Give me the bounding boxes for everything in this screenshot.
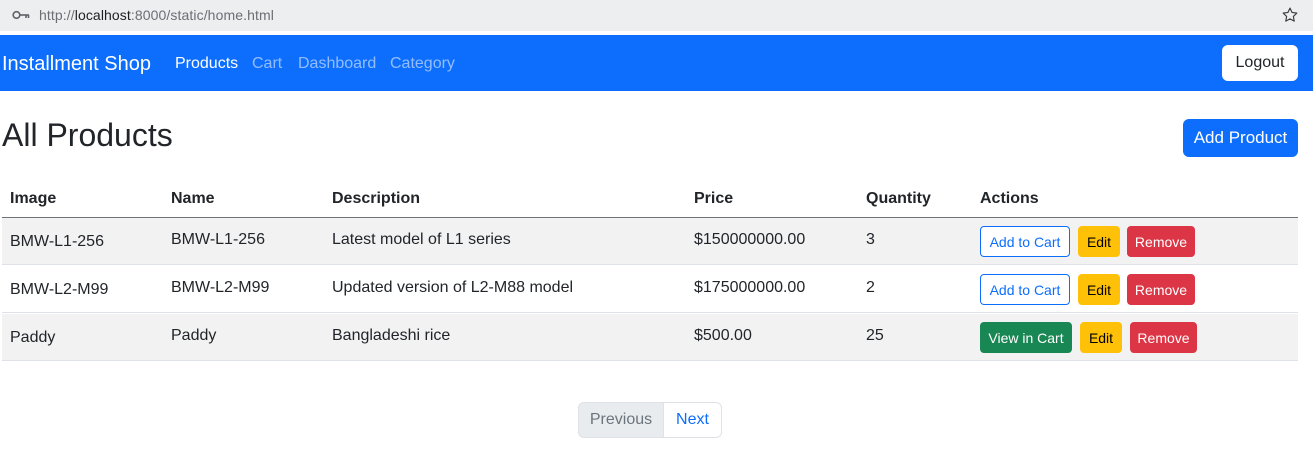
product-name-cell: BMW-L1-256 xyxy=(171,231,265,248)
nav-link-category[interactable]: Category xyxy=(390,55,455,73)
url-path: :8000/static/home.html xyxy=(130,7,274,23)
product-description-cell: Updated version of L2-M88 model xyxy=(332,279,574,296)
navbar-brand[interactable]: Installment Shop xyxy=(2,53,151,76)
product-image-cell: BMW-L2-M99 xyxy=(10,281,109,298)
product-name-cell: BMW-L2-M99 xyxy=(171,279,270,296)
add-product-button[interactable]: Add Product xyxy=(1183,119,1298,157)
edit-button[interactable]: Edit xyxy=(1078,226,1120,257)
previous-page-button[interactable]: Previous xyxy=(578,402,664,438)
product-quantity-cell: 3 xyxy=(866,231,875,248)
column-header-price: Price xyxy=(694,190,734,207)
remove-button[interactable]: Remove xyxy=(1130,322,1197,353)
next-page-button[interactable]: Next xyxy=(664,402,722,438)
column-header-description: Description xyxy=(332,190,421,207)
table-row: BMW-L2-M99 BMW-L2-M99 Updated version of… xyxy=(2,266,1298,313)
edit-button[interactable]: Edit xyxy=(1080,322,1122,353)
edit-button[interactable]: Edit xyxy=(1078,274,1120,305)
browser-address-bar: http://localhost:8000/static/home.html xyxy=(0,0,1313,31)
url-host: localhost xyxy=(74,7,131,23)
add-to-cart-button[interactable]: Add to Cart xyxy=(980,226,1070,257)
table-row: BMW-L1-256 BMW-L1-256 Latest model of L1… xyxy=(2,218,1298,265)
url-prefix: http:// xyxy=(39,7,75,23)
product-name-cell: Paddy xyxy=(171,327,217,344)
product-price-cell: $150000000.00 xyxy=(694,231,806,248)
product-price-cell: $500.00 xyxy=(694,327,752,344)
product-image-cell: Paddy xyxy=(10,329,56,346)
key-icon[interactable] xyxy=(12,8,30,22)
nav-link-cart[interactable]: Cart xyxy=(252,55,282,73)
column-header-actions: Actions xyxy=(980,190,1039,207)
pagination: Previous Next xyxy=(578,402,722,440)
navbar: Installment Shop Products Cart Dashboard… xyxy=(0,35,1313,91)
view-in-cart-button[interactable]: View in Cart xyxy=(980,322,1072,353)
product-description-cell: Latest model of L1 series xyxy=(332,231,511,248)
column-header-name: Name xyxy=(171,190,215,207)
logout-button[interactable]: Logout xyxy=(1222,45,1298,81)
product-quantity-cell: 2 xyxy=(866,279,875,296)
add-to-cart-button[interactable]: Add to Cart xyxy=(980,274,1070,305)
remove-button[interactable]: Remove xyxy=(1127,226,1195,257)
bookmark-star-icon[interactable] xyxy=(1281,6,1299,24)
page-title: All Products xyxy=(2,117,173,153)
url-field[interactable]: http://localhost:8000/static/home.html xyxy=(39,7,274,23)
product-price-cell: $175000000.00 xyxy=(694,279,806,296)
table-row: Paddy Paddy Bangladeshi rice $500.00 25 … xyxy=(2,314,1298,361)
remove-button[interactable]: Remove xyxy=(1127,274,1195,305)
table-header: Image Name Description Price Quantity Ac… xyxy=(2,180,1298,218)
product-image-cell: BMW-L1-256 xyxy=(10,233,104,250)
product-quantity-cell: 25 xyxy=(866,327,884,344)
product-description-cell: Bangladeshi rice xyxy=(332,327,451,344)
nav-link-products[interactable]: Products xyxy=(175,55,238,73)
column-header-image: Image xyxy=(10,190,57,207)
column-header-quantity: Quantity xyxy=(866,190,931,207)
nav-link-dashboard[interactable]: Dashboard xyxy=(298,55,376,73)
